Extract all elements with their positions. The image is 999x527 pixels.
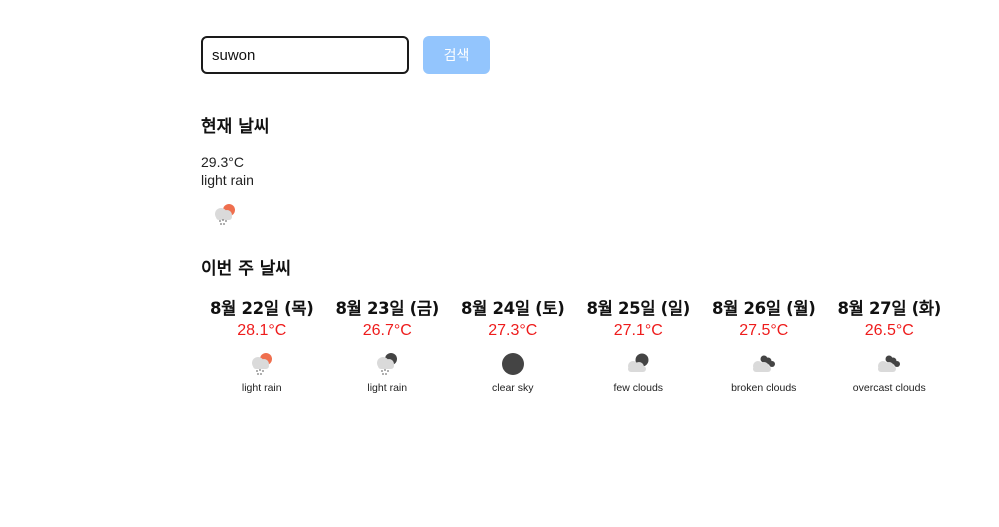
forecast-date: 8월 25일 (일) xyxy=(586,299,691,318)
forecast-temp: 26.7°C xyxy=(362,322,412,339)
weekly-forecast: 8월 22일 (목) 28.1°C light rain 8월 23일 (금) … xyxy=(199,296,952,394)
forecast-day: 8월 23일 (금) 26.7°C light rain xyxy=(325,296,451,394)
light-rain-day-icon xyxy=(251,353,272,375)
forecast-temp: 28.1°C xyxy=(237,322,287,339)
forecast-temp: 27.1°C xyxy=(613,322,663,339)
search-bar: 검색 xyxy=(201,36,490,74)
forecast-temp: 26.5°C xyxy=(864,322,914,339)
current-weather: 29.3°C light rain xyxy=(201,153,254,189)
current-weather-heading: 현재 날씨 xyxy=(201,117,270,137)
forecast-date: 8월 24일 (토) xyxy=(460,299,565,318)
forecast-date: 8월 23일 (금) xyxy=(335,299,440,318)
forecast-date: 8월 27일 (화) xyxy=(837,299,942,318)
forecast-day: 8월 25일 (일) 27.1°C few clouds xyxy=(576,296,702,394)
forecast-day: 8월 26일 (월) 27.5°C broken clouds xyxy=(701,296,827,394)
forecast-desc: light rain xyxy=(367,382,408,394)
forecast-day: 8월 24일 (토) 27.3°C clear sky xyxy=(450,296,576,394)
forecast-temp: 27.3°C xyxy=(488,322,538,339)
forecast-date: 8월 22일 (목) xyxy=(209,299,314,318)
broken-clouds-icon xyxy=(752,355,775,372)
light-rain-day-icon xyxy=(215,204,235,225)
forecast-desc: overcast clouds xyxy=(852,382,926,394)
light-rain-night-icon xyxy=(377,353,398,375)
current-temp: 29.3°C xyxy=(201,154,244,170)
forecast-date: 8월 26일 (월) xyxy=(711,299,816,318)
weather-app: 검색 현재 날씨 29.3°C light rain 이번 주 날씨 8월 22… xyxy=(201,36,941,394)
forecast-temp: 27.5°C xyxy=(739,322,789,339)
search-input[interactable] xyxy=(201,36,409,74)
forecast-desc: few clouds xyxy=(613,382,664,394)
search-button[interactable]: 검색 xyxy=(423,36,490,74)
current-desc: light rain xyxy=(201,172,254,188)
forecast-day: 8월 27일 (화) 26.5°C overcast clouds xyxy=(827,296,953,394)
forecast-desc: light rain xyxy=(241,382,282,394)
forecast-day: 8월 22일 (목) 28.1°C light rain xyxy=(199,296,325,394)
overcast-clouds-icon xyxy=(878,355,901,372)
weekly-weather-heading: 이번 주 날씨 xyxy=(201,259,292,279)
few-clouds-night-icon xyxy=(628,353,649,372)
forecast-desc: broken clouds xyxy=(731,382,797,394)
clear-night-icon xyxy=(501,353,524,375)
forecast-desc: clear sky xyxy=(492,382,534,394)
